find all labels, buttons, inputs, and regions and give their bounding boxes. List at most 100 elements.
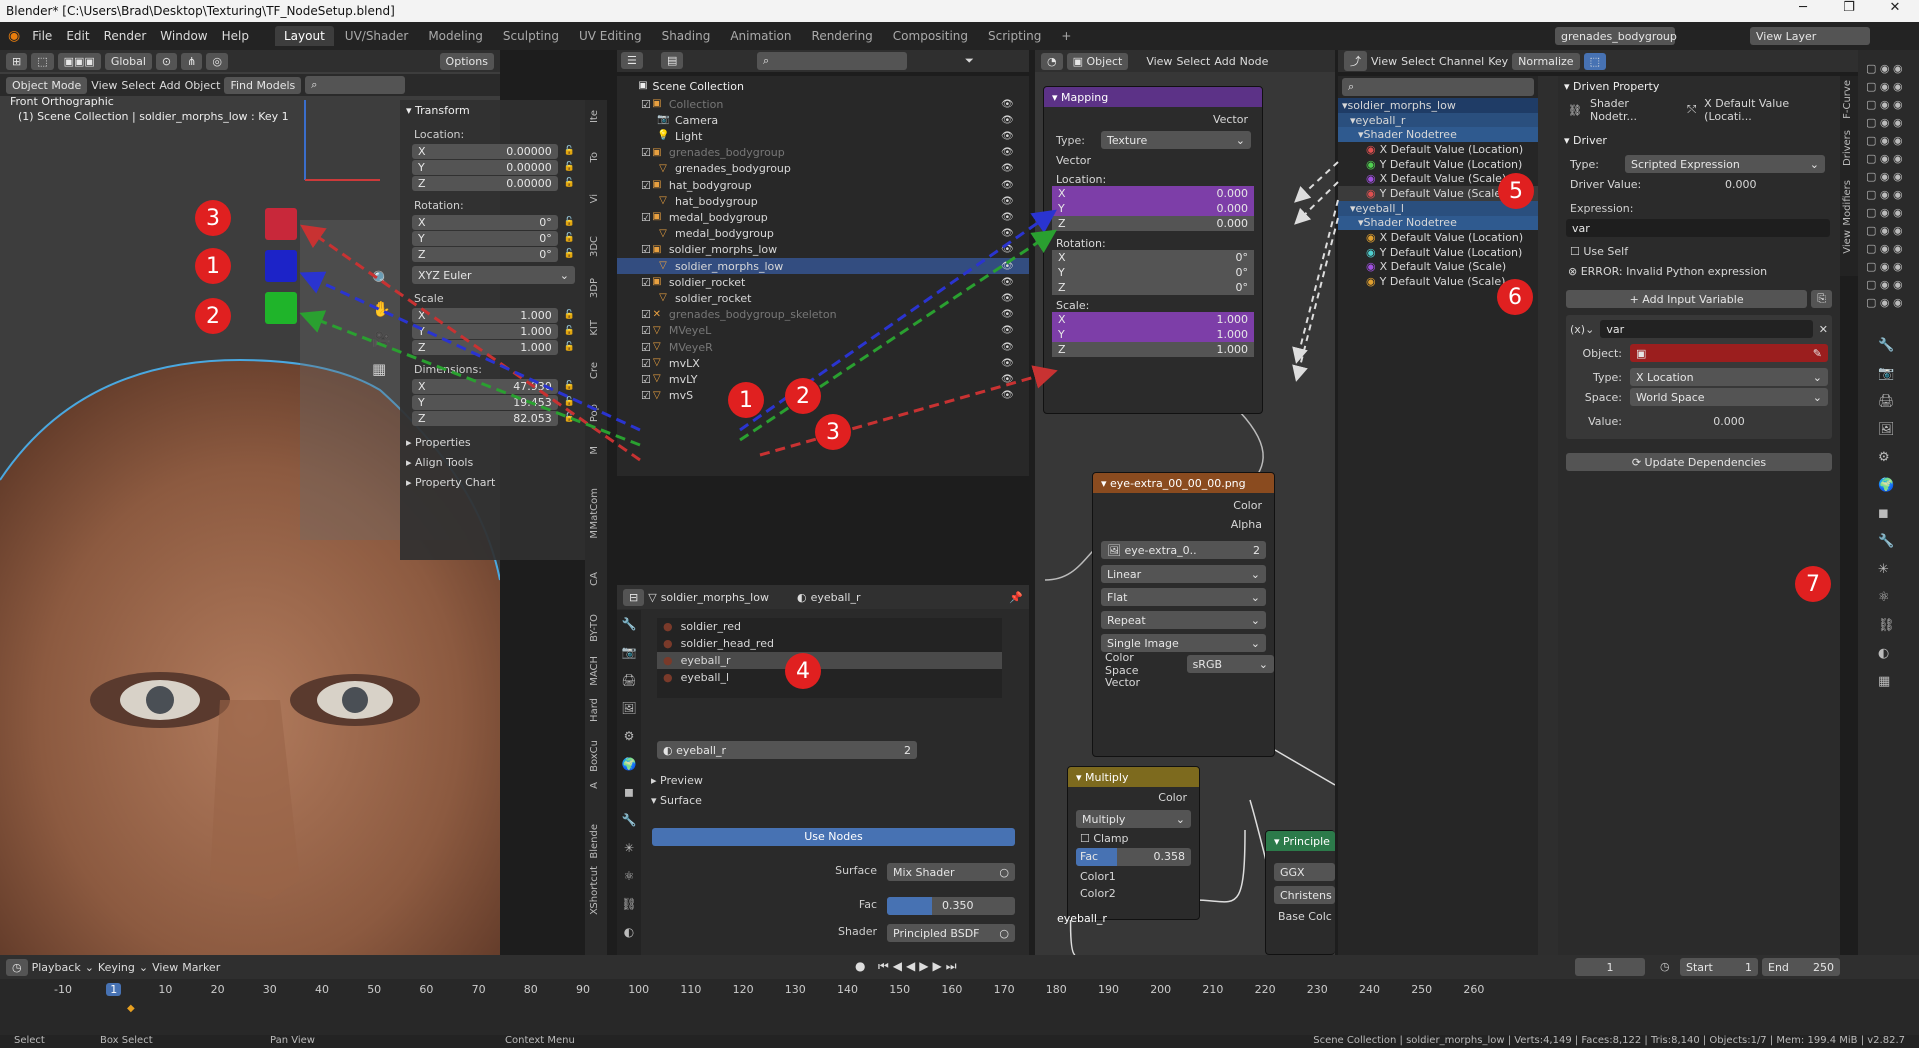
menu-window[interactable]: Window [154, 29, 213, 43]
view-layer-selector[interactable]: View Layer [1750, 27, 1870, 45]
driver-channel[interactable]: ▾ Shader Nodetree [1338, 127, 1538, 143]
interpolation-dropdown[interactable]: Linear ⌄ [1101, 565, 1266, 583]
n-panel-tab[interactable]: CA [589, 572, 603, 586]
maximize-button[interactable]: ❐ [1826, 0, 1872, 22]
n-panel-tab[interactable]: Blende [589, 824, 603, 859]
lock-icon[interactable]: 🔓 [564, 342, 575, 352]
only-selected-icon[interactable]: ⬚ [1583, 52, 1606, 70]
visibility-eye-icon[interactable]: 👁 [1001, 228, 1014, 239]
n-panel-tab[interactable]: M [589, 530, 603, 539]
property-chart-section[interactable]: ▸ Property Chart [400, 472, 585, 492]
object-mode-dropdown[interactable]: Object Mode [6, 76, 88, 94]
use-self-checkbox[interactable]: ☐ Use Self [1558, 241, 1840, 261]
outliner-item[interactable]: ☑ ▣ grenades_bodygroup 👁 [617, 145, 1029, 161]
outliner-item[interactable]: ▽ medal_bodygroup 👁 [617, 226, 1029, 242]
color-space-dropdown[interactable]: sRGB ⌄ [1186, 655, 1274, 673]
visibility-eye-icon[interactable]: 👁 [1001, 261, 1014, 272]
n-panel-tab[interactable]: Hard [589, 698, 603, 722]
outliner-item[interactable]: ☑ ▽ MVeyeR 👁 [617, 339, 1029, 355]
driver-channel[interactable]: ◉ X Default Value (Location) [1338, 142, 1538, 157]
scene-collection-root[interactable]: ▣ Scene Collection [637, 78, 744, 94]
collection-checkbox[interactable]: ☑ [641, 324, 651, 337]
hand-pan-icon[interactable]: ✋ [372, 300, 391, 318]
outliner-item[interactable]: ▽ grenades_bodygroup 👁 [617, 161, 1029, 177]
viewport-menu-view[interactable]: View [91, 79, 117, 92]
preview-section[interactable]: ▸ Preview [651, 770, 703, 790]
outliner-item[interactable]: ▽ hat_bodygroup 👁 [617, 193, 1029, 209]
n-panel-tab[interactable]: M [589, 446, 603, 455]
align-tools-section[interactable]: ▸ Align Tools [400, 452, 585, 472]
expression-input[interactable]: var [1566, 219, 1830, 237]
mapping-location-z-field[interactable]: Z 0.000 [1052, 216, 1254, 231]
display-mode-icon[interactable]: ▤ [661, 52, 684, 69]
collection-checkbox[interactable]: ☑ [641, 98, 651, 111]
visibility-eye-icon[interactable]: 👁 [1001, 196, 1014, 207]
viewport-menu-add[interactable]: Add [159, 79, 180, 92]
channel-visibility-icon[interactable]: ◉ [1366, 231, 1376, 244]
n-panel-tab[interactable]: Ite [589, 110, 603, 123]
drivers-menu-select[interactable]: Select [1401, 55, 1435, 68]
image-texture-node[interactable]: ▾ eye-extra_00_00_00.png Color Alpha 🖼 e… [1092, 472, 1275, 757]
tab-scripting[interactable]: Scripting [979, 26, 1050, 46]
n-panel-tab[interactable]: A [589, 782, 603, 789]
driver-type-dropdown[interactable]: Scripted Expression ⌄ [1625, 155, 1825, 173]
select-tool-icon[interactable]: ⬚ [31, 52, 54, 70]
tab-sculpting[interactable]: Sculpting [494, 26, 568, 46]
n-panel-tab[interactable]: To [589, 152, 603, 163]
channel-visibility-icon[interactable]: ◉ [1366, 158, 1376, 171]
keyframe-icon[interactable]: ◆ [127, 1003, 135, 1014]
add-workspace-button[interactable]: + [1052, 26, 1080, 46]
dimension-z-field[interactable]: Z 82.053 [412, 410, 558, 426]
viewport-search-input[interactable]: ⌕ [305, 76, 406, 94]
rotation-x-field[interactable]: X 0° [412, 214, 558, 230]
rotation-z-field[interactable]: Z 0° [412, 246, 558, 262]
channel-search-input[interactable]: ⌕ [1342, 78, 1534, 96]
drivers-graph-ruler[interactable] [1538, 76, 1558, 955]
outliner-editor-type-icon[interactable]: ☰ [621, 52, 643, 69]
multiply-node[interactable]: ▾ Multiply Color Multiply ⌄ ☐ Clamp Fac 0… [1067, 766, 1200, 920]
visibility-eye-icon[interactable]: 👁 [1001, 180, 1014, 191]
menu-edit[interactable]: Edit [60, 29, 95, 43]
mapping-location-x-field[interactable]: X 0.000 [1052, 186, 1254, 201]
collection-checkbox[interactable]: ☑ [641, 179, 651, 192]
driver-channel[interactable]: ▾ eyeball_r [1338, 112, 1538, 128]
distribution-dropdown[interactable]: GGX [1274, 863, 1335, 881]
outliner-item[interactable]: ☑ ▣ soldier_morphs_low 👁 [617, 242, 1029, 258]
location-z-field[interactable]: Z 0.00000 [412, 175, 558, 191]
channel-visibility-icon[interactable]: ◉ [1366, 246, 1376, 259]
properties-section[interactable]: ▸ Properties [400, 432, 585, 452]
transform-type-dropdown[interactable]: X Location ⌄ [1630, 368, 1828, 386]
collection-checkbox[interactable]: ☑ [641, 211, 651, 224]
extension-dropdown[interactable]: Repeat ⌄ [1101, 611, 1266, 629]
source-dropdown[interactable]: Single Image ⌄ [1101, 634, 1266, 652]
current-frame-field[interactable]: 1 [1575, 958, 1645, 976]
lock-icon[interactable]: 🔓 [564, 326, 575, 336]
outliner-item[interactable]: ☑ ▣ soldier_rocket 👁 [617, 274, 1029, 290]
use-nodes-button[interactable]: Use Nodes [652, 828, 1015, 846]
collection-checkbox[interactable]: ☑ [641, 243, 651, 256]
pin-icon[interactable]: 📌 [1009, 591, 1023, 604]
normalize-toggle[interactable]: Normalize [1512, 52, 1580, 70]
keying-menu[interactable]: Keying [98, 961, 135, 974]
visibility-eye-icon[interactable]: 👁 [1001, 115, 1014, 126]
visibility-eye-icon[interactable]: 👁 [1001, 277, 1014, 288]
material-slot[interactable]: ● soldier_red [657, 618, 1002, 635]
driver-channel[interactable]: ◉ X Default Value (Scale) [1338, 260, 1538, 275]
driver-channel[interactable]: ◉ Y Default Value (Location) [1338, 245, 1538, 260]
visibility-eye-icon[interactable]: 👁 [1001, 99, 1014, 110]
update-dependencies-button[interactable]: ⟳ Update Dependencies [1566, 453, 1832, 471]
visibility-eye-icon[interactable]: 👁 [1001, 131, 1014, 142]
visibility-eye-icon[interactable]: 👁 [1001, 309, 1014, 320]
collection-checkbox[interactable]: ☑ [641, 357, 651, 370]
mapping-location-y-field[interactable]: Y 0.000 [1052, 201, 1254, 216]
drivers-menu-view[interactable]: View [1371, 55, 1397, 68]
visibility-eye-icon[interactable]: 👁 [1001, 374, 1014, 385]
material-slot[interactable]: ● eyeball_r [657, 652, 1002, 669]
n-panel-tab[interactable]: 3DC [589, 236, 603, 257]
timeline-ruler[interactable]: -10 1 10 20 30 40 50 60 70 80 90 100 110 120 130 140 150… [0, 981, 1919, 1001]
lock-icon[interactable]: 🔓 [564, 217, 575, 227]
visibility-eye-icon[interactable]: 👁 [1001, 325, 1014, 336]
multiply-fac-slider[interactable]: Fac 0.358 [1076, 848, 1191, 866]
image-selector[interactable]: 🖼 eye-extra_0.. 2 [1101, 541, 1266, 559]
mapping-scale-y-field[interactable]: Y 1.000 [1052, 327, 1254, 342]
